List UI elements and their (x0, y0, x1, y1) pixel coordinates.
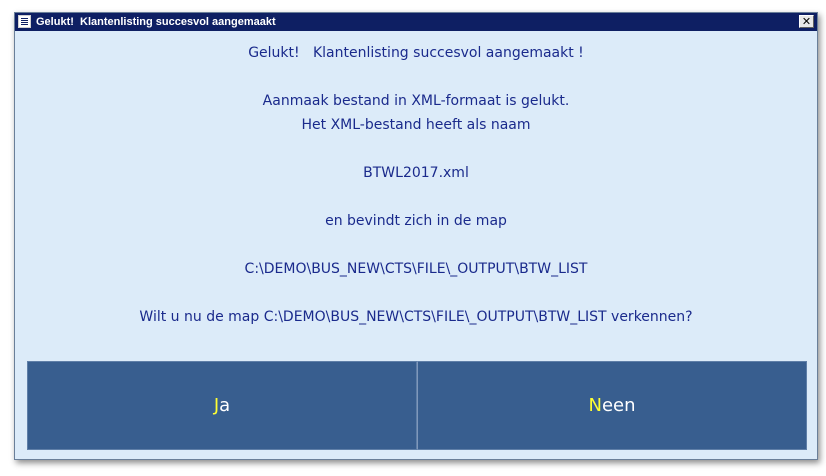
no-label: een (601, 395, 636, 416)
title-bar[interactable]: Gelukt! Klantenlisting succesvol aangema… (15, 13, 817, 31)
window-menu-icon[interactable] (18, 15, 31, 28)
yes-button[interactable]: Ja (27, 361, 417, 450)
explore-question-text: Wilt u nu de map C:\DEMO\BUS_NEW\CTS\FIL… (139, 309, 693, 325)
success-heading: Gelukt! Klantenlisting succesvol aangema… (248, 45, 584, 61)
yes-label: a (219, 395, 231, 416)
close-icon[interactable]: ✕ (799, 15, 814, 28)
folder-path-text: C:\DEMO\BUS_NEW\CTS\FILE\_OUTPUT\BTW_LIS… (244, 261, 588, 277)
no-button[interactable]: Neen (417, 361, 807, 450)
folder-intro-text: en bevindt zich in de map (325, 213, 507, 229)
button-bar: Ja Neen (27, 361, 807, 450)
message-dialog: Gelukt! Klantenlisting succesvol aangema… (14, 12, 818, 460)
filename-text: BTWL2017.xml (363, 165, 469, 181)
window-title: Gelukt! Klantenlisting succesvol aangema… (36, 16, 276, 28)
no-hotkey: N (588, 395, 602, 416)
xml-created-text: Aanmaak bestand in XML-formaat is gelukt… (262, 93, 570, 109)
filename-intro-text: Het XML-bestand heeft als naam (301, 117, 531, 133)
